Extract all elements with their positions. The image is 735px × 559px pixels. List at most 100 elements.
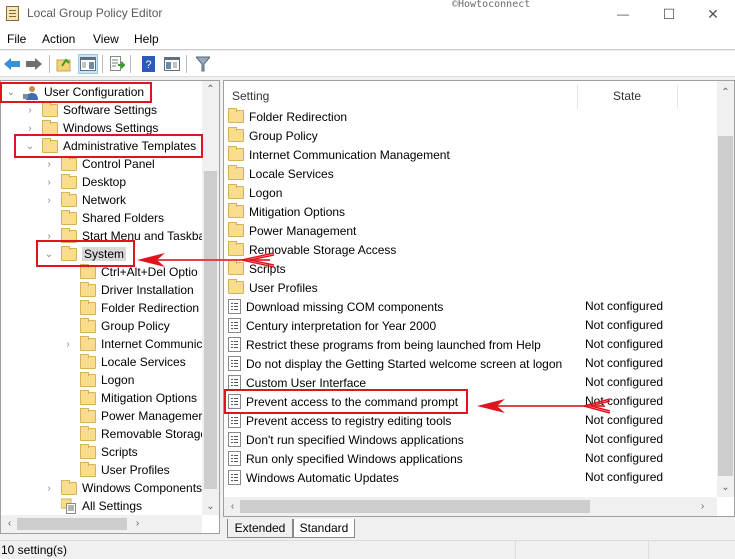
chevron-down-icon[interactable]: ⌄ bbox=[5, 87, 17, 98]
show-hide-action-pane-button[interactable] bbox=[162, 54, 182, 74]
tree-item-label: Internet Communic bbox=[101, 337, 203, 351]
chevron-right-icon[interactable]: › bbox=[43, 483, 55, 494]
tree-item[interactable]: Locale Services bbox=[62, 353, 186, 371]
folder-row[interactable]: Group Policy bbox=[228, 126, 318, 145]
tree-item[interactable]: Folder Redirection bbox=[62, 299, 199, 317]
folder-row[interactable]: Internet Communication Management bbox=[228, 145, 450, 164]
scroll-right-icon[interactable]: › bbox=[129, 515, 146, 532]
menu-help[interactable]: Help bbox=[134, 32, 159, 46]
chevron-right-icon[interactable]: › bbox=[62, 339, 74, 350]
chevron-right-icon[interactable]: › bbox=[43, 231, 55, 242]
chevron-right-icon[interactable]: › bbox=[24, 105, 36, 116]
setting-name: Folder Redirection bbox=[249, 109, 348, 124]
scroll-down-icon[interactable]: ⌄ bbox=[717, 479, 734, 496]
folder-icon bbox=[42, 119, 58, 135]
minimize-button[interactable]: — bbox=[600, 0, 646, 28]
tree-vertical-scrollbar[interactable]: ⌃ ⌄ bbox=[202, 81, 219, 515]
tree-item[interactable]: › Internet Communic bbox=[62, 335, 202, 353]
policy-row[interactable]: Run only specified Windows applications bbox=[228, 449, 463, 468]
tree-item[interactable]: ⌄ User Configuration bbox=[5, 83, 144, 101]
tab-standard[interactable]: Standard bbox=[293, 519, 355, 538]
tree-item[interactable]: › Control Panel bbox=[43, 155, 155, 173]
folder-row[interactable]: Mitigation Options bbox=[228, 202, 345, 221]
scroll-up-icon[interactable]: ⌃ bbox=[717, 84, 734, 101]
policy-row[interactable]: Prevent access to the command prompt bbox=[228, 392, 458, 411]
scroll-up-icon[interactable]: ⌃ bbox=[202, 81, 219, 98]
tree-item[interactable]: Shared Folders bbox=[43, 209, 164, 227]
chevron-right-icon[interactable]: › bbox=[24, 123, 36, 134]
tree-item[interactable]: Power Managemer bbox=[62, 407, 202, 425]
policy-row[interactable]: Don't run specified Windows applications bbox=[228, 430, 464, 449]
tree-item[interactable]: Scripts bbox=[62, 443, 138, 461]
chevron-down-icon[interactable]: ⌄ bbox=[24, 141, 36, 152]
tree-item[interactable]: Driver Installation bbox=[62, 281, 194, 299]
list-scroll-thumb[interactable] bbox=[718, 136, 733, 476]
scroll-right-icon[interactable]: › bbox=[694, 498, 711, 515]
scroll-left-icon[interactable]: ‹ bbox=[1, 515, 18, 532]
chevron-right-icon[interactable]: › bbox=[43, 159, 55, 170]
tree-item[interactable]: › Start Menu and Taskba bbox=[43, 227, 205, 245]
folder-row[interactable]: Folder Redirection bbox=[228, 107, 347, 126]
chevron-right-icon[interactable]: › bbox=[43, 177, 55, 188]
setting-name: Power Management bbox=[249, 223, 357, 238]
policy-row[interactable]: Windows Automatic Updates bbox=[228, 468, 399, 487]
tree-item[interactable]: Group Policy bbox=[62, 317, 170, 335]
policy-row[interactable]: Prevent access to registry editing tools bbox=[228, 411, 451, 430]
back-button[interactable] bbox=[2, 54, 22, 74]
chevron-right-icon[interactable]: › bbox=[43, 195, 55, 206]
tab-extended[interactable]: Extended bbox=[227, 519, 293, 538]
menu-file[interactable]: File bbox=[7, 32, 26, 46]
arrow-tail-icon bbox=[583, 398, 610, 414]
tree-scroll-thumb[interactable] bbox=[204, 171, 217, 489]
tree-item-label: System bbox=[82, 247, 127, 261]
policy-row[interactable]: Do not display the Getting Started welco… bbox=[228, 354, 562, 373]
column-separator[interactable] bbox=[677, 85, 678, 109]
tree-item[interactable]: › Windows Components bbox=[43, 479, 202, 497]
window-title: Local Group Policy Editor bbox=[27, 6, 163, 20]
list-hscroll-thumb[interactable] bbox=[240, 500, 590, 513]
policy-row[interactable]: Download missing COM components bbox=[228, 297, 443, 316]
close-button[interactable]: ✕ bbox=[690, 0, 735, 28]
folder-icon bbox=[228, 127, 244, 142]
column-header-setting[interactable]: Setting bbox=[232, 85, 269, 107]
list-horizontal-scrollbar[interactable]: ‹ › bbox=[224, 497, 717, 516]
tree-item[interactable]: › Network bbox=[43, 191, 126, 209]
forward-button[interactable] bbox=[24, 54, 44, 74]
policy-row[interactable]: Restrict these programs from being launc… bbox=[228, 335, 541, 354]
tree-hscroll-thumb[interactable] bbox=[17, 518, 127, 530]
tree-item[interactable]: Mitigation Options bbox=[62, 389, 197, 407]
tree-item[interactable]: › Windows Settings bbox=[24, 119, 158, 137]
tree-item[interactable]: Removable Storage bbox=[62, 425, 207, 443]
tree-item[interactable]: Ctrl+Alt+Del Optio bbox=[62, 263, 198, 281]
scroll-left-icon[interactable]: ‹ bbox=[224, 498, 241, 515]
list-vertical-scrollbar[interactable]: ⌃ ⌄ bbox=[717, 81, 734, 497]
up-one-level-button[interactable] bbox=[54, 54, 74, 74]
tree-item[interactable]: › Software Settings bbox=[24, 101, 157, 119]
folder-row[interactable]: Locale Services bbox=[228, 164, 334, 183]
help-button[interactable]: ? bbox=[138, 54, 158, 74]
policy-row[interactable]: Custom User Interface bbox=[228, 373, 366, 392]
scroll-down-icon[interactable]: ⌄ bbox=[202, 498, 219, 515]
maximize-button[interactable]: ☐ bbox=[646, 0, 692, 28]
folder-icon bbox=[42, 101, 58, 117]
column-separator[interactable] bbox=[577, 85, 578, 109]
chevron-down-icon[interactable]: ⌄ bbox=[43, 249, 55, 260]
show-hide-console-tree-button[interactable] bbox=[78, 54, 98, 74]
tree-item[interactable]: › Desktop bbox=[43, 173, 126, 191]
policy-row[interactable]: Century interpretation for Year 2000 bbox=[228, 316, 436, 335]
folder-row[interactable]: Logon bbox=[228, 183, 282, 202]
folder-row[interactable]: Power Management bbox=[228, 221, 356, 240]
tree-item[interactable]: All Settings bbox=[43, 497, 142, 515]
tree-item[interactable]: ⌄ System bbox=[43, 245, 127, 263]
folder-row[interactable]: User Profiles bbox=[228, 278, 318, 297]
filter-button[interactable] bbox=[193, 54, 213, 74]
export-list-icon bbox=[110, 56, 125, 71]
menu-action[interactable]: Action bbox=[42, 32, 75, 46]
column-header-state[interactable]: State bbox=[613, 85, 641, 107]
menu-view[interactable]: View bbox=[93, 32, 119, 46]
tree-item[interactable]: ⌄ Administrative Templates bbox=[24, 137, 196, 155]
tree-item[interactable]: User Profiles bbox=[62, 461, 170, 479]
tree-item[interactable]: Logon bbox=[62, 371, 134, 389]
export-list-button[interactable] bbox=[107, 54, 127, 74]
tree-horizontal-scrollbar[interactable]: ‹ › bbox=[1, 515, 202, 533]
